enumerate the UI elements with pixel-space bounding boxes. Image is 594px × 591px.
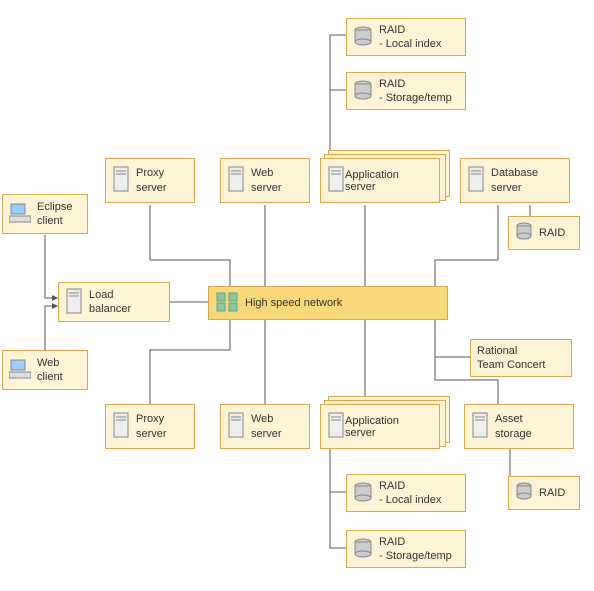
server-icon [227, 165, 245, 196]
workstation-icon [9, 358, 31, 383]
node-eclipse-client: Eclipseclient [2, 194, 88, 234]
server-icon [471, 411, 489, 442]
node-raid-storage-bot: RAID- Storage/temp [346, 530, 466, 568]
server-icon [112, 411, 130, 442]
server-icon [65, 287, 83, 318]
label: High speed network [245, 296, 342, 310]
label: Applicationserver [345, 169, 399, 193]
disk-icon [353, 481, 373, 506]
disk-icon [515, 222, 533, 245]
label: RAID [539, 226, 565, 240]
node-raid-local-bot: RAID- Local index [346, 474, 466, 512]
node-raid-db: RAID [508, 216, 580, 250]
label: Proxyserver [136, 166, 167, 195]
server-icon [467, 165, 485, 196]
node-asset-storage: Assetstorage [464, 404, 574, 449]
disk-icon [353, 25, 373, 50]
label: Webserver [251, 166, 282, 195]
label: RAID- Storage/temp [379, 535, 452, 564]
node-web-client: Webclient [2, 350, 88, 390]
node-raid-storage-top: RAID- Storage/temp [346, 72, 466, 110]
node-load-balancer: Loadbalancer [58, 282, 170, 322]
label: RAID- Local index [379, 479, 441, 508]
node-app-bot: Applicationserver [320, 404, 440, 449]
node-network: High speed network [208, 286, 448, 320]
node-raid-local-top: RAID- Local index [346, 18, 466, 56]
label: RationalTeam Concert [477, 344, 545, 373]
server-icon [327, 411, 345, 442]
label: RAID- Storage/temp [379, 77, 452, 106]
disk-icon [353, 79, 373, 104]
label: RAID [539, 486, 565, 500]
server-icon [327, 165, 345, 196]
workstation-icon [9, 202, 31, 227]
label: Databaseserver [491, 166, 538, 195]
label: Loadbalancer [89, 288, 131, 317]
node-rtc: RationalTeam Concert [470, 339, 572, 377]
node-db-server: Databaseserver [460, 158, 570, 203]
label: Assetstorage [495, 412, 532, 441]
node-proxy-bot: Proxyserver [105, 404, 195, 449]
label: Proxyserver [136, 412, 167, 441]
node-web-top: Webserver [220, 158, 310, 203]
disk-icon [353, 537, 373, 562]
node-proxy-top: Proxyserver [105, 158, 195, 203]
disk-icon [515, 482, 533, 505]
label: Webserver [251, 412, 282, 441]
label: Webclient [37, 356, 63, 385]
node-app-top: Applicationserver [320, 158, 440, 203]
label: Eclipseclient [37, 200, 72, 229]
server-icon [227, 411, 245, 442]
label: RAID- Local index [379, 23, 441, 52]
node-raid-asset: RAID [508, 476, 580, 510]
label: Applicationserver [345, 415, 399, 439]
network-icon [215, 291, 239, 316]
server-icon [112, 165, 130, 196]
node-web-bot: Webserver [220, 404, 310, 449]
